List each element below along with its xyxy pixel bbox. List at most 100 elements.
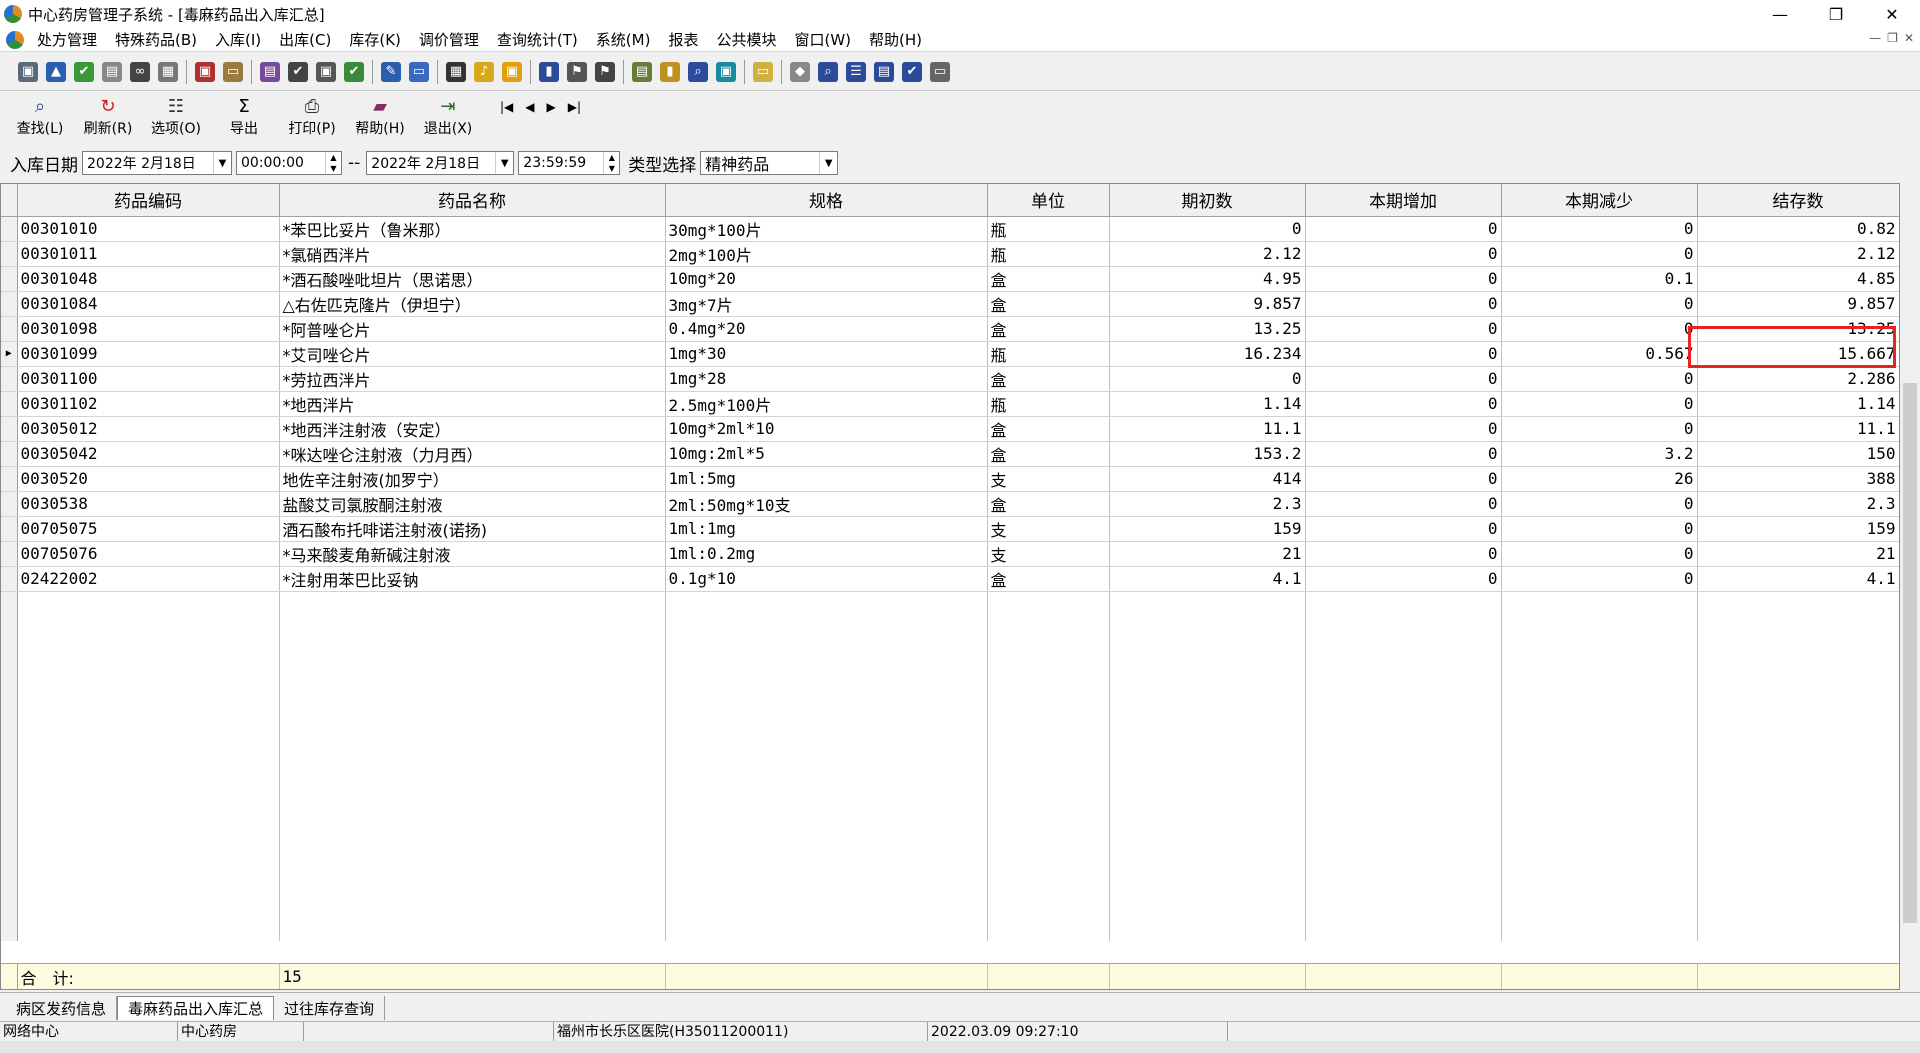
tab-narcotic-summary[interactable]: 毒麻药品出入库汇总	[117, 996, 275, 1020]
table-row[interactable]: 00705075 酒石酸布托啡诺注射液(诺扬) 1ml:1mg 支 159 0 0 159	[1, 516, 1899, 542]
help-button[interactable]: ▰ 帮助(H)	[346, 96, 414, 138]
table-cell[interactable]: 支	[987, 466, 1110, 492]
table-cell[interactable]: 0.567	[1501, 341, 1698, 367]
thermometer-icon[interactable]: ▮	[660, 61, 680, 82]
tool-14-icon[interactable]: ▭	[409, 61, 429, 82]
tool-19-icon[interactable]: ⚑	[567, 61, 587, 82]
row-indicator[interactable]: ▶	[1, 341, 18, 367]
tool-1-icon[interactable]: ▣	[18, 61, 38, 82]
next-record-icon[interactable]: ▶	[547, 100, 556, 114]
tool-11-icon[interactable]: ▣	[316, 61, 336, 82]
table-row[interactable]: 00305042 *咪达唑仑注射液（力月西） 10mg:2ml*5 盒 153.2 0 3.…	[1, 441, 1899, 467]
menu-query-stats[interactable]: 查询统计(T)	[488, 29, 587, 50]
menu-window[interactable]: 窗口(W)	[785, 29, 860, 50]
table-cell[interactable]: 10mg*2ml*10	[665, 416, 988, 442]
table-cell[interactable]: 11.1	[1109, 416, 1306, 442]
table-cell[interactable]: 4.85	[1697, 266, 1899, 292]
find-button[interactable]: ⌕ 查找(L)	[6, 96, 74, 138]
table-cell[interactable]: 00301102	[17, 391, 280, 417]
table-cell[interactable]: 3.2	[1501, 441, 1698, 467]
column-header[interactable]: 期初数	[1109, 184, 1306, 217]
table-cell[interactable]: 0.4mg*20	[665, 316, 988, 342]
table-cell[interactable]: 2.286	[1697, 366, 1899, 392]
table-row[interactable]: 00301098 *阿普唑仑片 0.4mg*20 盒 13.25 0 0 13.25	[1, 316, 1899, 342]
row-indicator[interactable]	[1, 566, 18, 592]
table-cell[interactable]: *地西泮注射液（安定）	[279, 416, 666, 442]
table-cell[interactable]: 11.1	[1697, 416, 1899, 442]
table-cell[interactable]: 00301084	[17, 291, 280, 317]
table-row[interactable]: 00301100 *劳拉西泮片 1mg*28 盒 0 0 0 2.286	[1, 366, 1899, 392]
table-cell[interactable]: 1ml:0.2mg	[665, 541, 988, 567]
table-cell[interactable]: 盒	[987, 416, 1110, 442]
tool-31-icon[interactable]: ▭	[930, 61, 950, 82]
table-cell[interactable]: 0	[1501, 491, 1698, 517]
table-cell[interactable]: 4.95	[1109, 266, 1306, 292]
row-indicator[interactable]	[1, 416, 18, 442]
table-cell[interactable]: 00305042	[17, 441, 280, 467]
table-cell[interactable]: 00301099	[17, 341, 280, 367]
table-cell[interactable]: 0	[1501, 416, 1698, 442]
table-cell[interactable]: 1ml:5mg	[665, 466, 988, 492]
table-cell[interactable]: 150	[1697, 441, 1899, 467]
table-cell[interactable]: 1mg*30	[665, 341, 988, 367]
table-cell[interactable]: 0	[1305, 291, 1502, 317]
end-date-picker[interactable]: 2022年 2月18日 ▼	[366, 151, 515, 175]
table-cell[interactable]: 0	[1305, 316, 1502, 342]
table-cell[interactable]: 2.12	[1697, 241, 1899, 267]
row-indicator[interactable]	[1, 491, 18, 517]
table-row[interactable]: 00705076 *马来酸麦角新碱注射液 1ml:0.2mg 支 21 0 0 21	[1, 541, 1899, 567]
table-cell[interactable]: 瓶	[987, 391, 1110, 417]
table-cell[interactable]: 瓶	[987, 216, 1110, 242]
tool-21-icon[interactable]: ▤	[632, 61, 652, 82]
table-cell[interactable]: *阿普唑仑片	[279, 316, 666, 342]
search-icon[interactable]: ⌕	[818, 61, 838, 82]
table-cell[interactable]: 1mg*28	[665, 366, 988, 392]
column-header[interactable]: 结存数	[1697, 184, 1899, 217]
table-cell[interactable]: *注射用苯巴比妥钠	[279, 566, 666, 592]
table-cell[interactable]: 21	[1109, 541, 1306, 567]
tool-20-icon[interactable]: ⚑	[595, 61, 615, 82]
row-indicator[interactable]	[1, 366, 18, 392]
table-cell[interactable]: 0	[1305, 341, 1502, 367]
menu-help[interactable]: 帮助(H)	[860, 29, 931, 50]
tool-30-icon[interactable]: ✔	[902, 61, 922, 82]
table-row[interactable]: 00301084 △右佐匹克隆片（伊坦宁） 3mg*7片盒 9.857 0 0 9.857	[1, 291, 1899, 317]
table-cell[interactable]: *地西泮片	[279, 391, 666, 417]
column-header[interactable]: 本期减少	[1501, 184, 1698, 217]
table-row[interactable]: 00301102 *地西泮片 2.5mg*100片瓶 1.14 0 0 1.14	[1, 391, 1899, 417]
menu-special-drugs[interactable]: 特殊药品(B)	[106, 29, 206, 50]
table-cell[interactable]: 10mg:2ml*5	[665, 441, 988, 467]
table-cell[interactable]: 盒	[987, 441, 1110, 467]
tab-ward-dispensing[interactable]: 病区发药信息	[6, 996, 118, 1020]
table-cell[interactable]: 0	[1305, 216, 1502, 242]
table-row[interactable]: ▶ 00301099 *艾司唑仑片 1mg*30 瓶 16.234 0 0.567 15.667	[1, 341, 1899, 367]
tool-10-icon[interactable]: ✔	[288, 61, 308, 82]
table-cell[interactable]: 414	[1109, 466, 1306, 492]
table-row[interactable]: 00301010 *苯巴比妥片（鲁米那） 30mg*100片瓶 0 0 0 0.82	[1, 216, 1899, 242]
table-cell[interactable]: 0	[1109, 366, 1306, 392]
tool-2-icon[interactable]: ▲	[46, 61, 66, 82]
table-cell[interactable]: 159	[1697, 516, 1899, 542]
scrollbar-thumb[interactable]	[1903, 383, 1917, 923]
tool-4-icon[interactable]: ▤	[102, 61, 122, 82]
table-cell[interactable]: 0	[1305, 241, 1502, 267]
table-cell[interactable]: 00705075	[17, 516, 280, 542]
table-cell[interactable]: 26	[1501, 466, 1698, 492]
table-cell[interactable]: 0	[1305, 366, 1502, 392]
end-time-input[interactable]: 23:59:59 ▲ ▼	[518, 151, 621, 175]
row-indicator[interactable]	[1, 216, 18, 242]
tool-3-icon[interactable]: ✔	[74, 61, 94, 82]
table-cell[interactable]: 0	[1305, 491, 1502, 517]
table-cell[interactable]: *氯硝西泮片	[279, 241, 666, 267]
table-row[interactable]: 00301011 *氯硝西泮片 2mg*100片瓶 2.12 0 0 2.12	[1, 241, 1899, 267]
table-cell[interactable]: 0	[1501, 566, 1698, 592]
bell-icon[interactable]: ♪	[474, 61, 494, 82]
table-cell[interactable]: 388	[1697, 466, 1899, 492]
table-cell[interactable]: 00301098	[17, 316, 280, 342]
menu-price-adjust[interactable]: 调价管理	[410, 29, 488, 50]
row-indicator[interactable]	[1, 516, 18, 542]
table-cell[interactable]: 盒	[987, 491, 1110, 517]
column-header[interactable]: 本期增加	[1305, 184, 1502, 217]
table-cell[interactable]: *劳拉西泮片	[279, 366, 666, 392]
refresh-button[interactable]: ↻ 刷新(R)	[74, 96, 142, 138]
